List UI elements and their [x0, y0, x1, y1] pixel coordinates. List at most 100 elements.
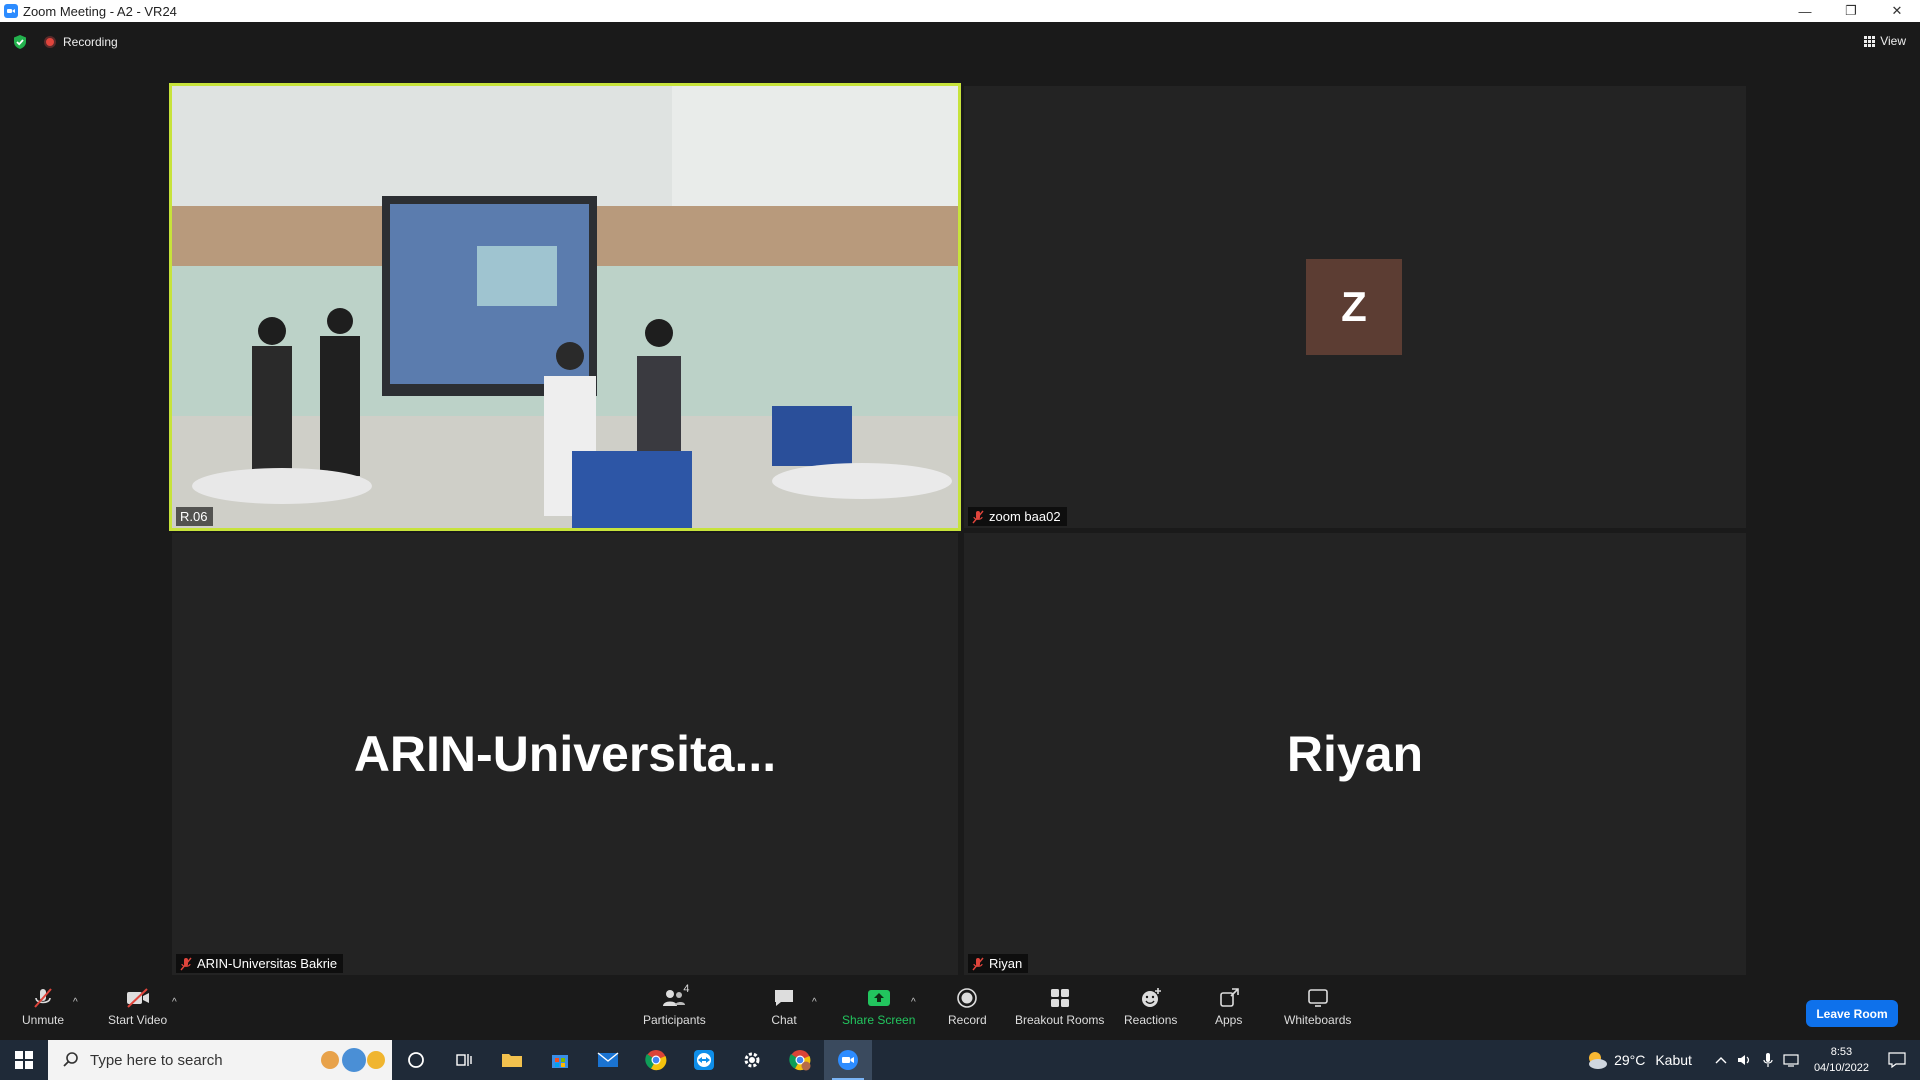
share-screen-label: Share Screen: [842, 1013, 916, 1027]
file-explorer-icon[interactable]: [488, 1040, 536, 1080]
search-placeholder: Type here to search: [90, 1051, 223, 1069]
encryption-shield-icon[interactable]: [12, 34, 28, 50]
participants-button[interactable]: 4 Participants: [643, 983, 706, 1027]
weather-cloud-sun-icon: [1589, 1052, 1608, 1069]
teamviewer-icon[interactable]: [680, 1040, 728, 1080]
clock-time: 8:53: [1830, 1046, 1853, 1058]
chat-options-caret[interactable]: ^: [812, 997, 817, 1008]
temperature: 29°C: [1614, 1052, 1646, 1068]
view-button[interactable]: View: [1864, 34, 1906, 48]
reactions-icon: [1138, 987, 1164, 1009]
search-icon: [63, 1052, 78, 1067]
start-video-button[interactable]: Start Video: [108, 987, 167, 1027]
meeting-toolbar: Unmute ^ Start Video ^ 4 Participants Ch…: [0, 975, 1920, 1040]
record-button[interactable]: Record: [948, 987, 987, 1027]
cortana-icon[interactable]: [392, 1040, 440, 1080]
participants-icon: 4: [661, 983, 689, 1009]
window-title: Zoom Meeting - A2 - VR24: [23, 3, 177, 19]
reactions-label: Reactions: [1124, 1013, 1178, 1027]
participant-name: zoom baa02: [989, 509, 1061, 524]
reactions-button[interactable]: Reactions: [1124, 987, 1177, 1027]
participant-label: ARIN-Universitas Bakrie: [176, 954, 344, 973]
recording-indicator[interactable]: Recording: [44, 35, 118, 49]
notification-icon[interactable]: [1888, 1052, 1906, 1068]
close-button[interactable]: ✕: [1874, 0, 1920, 22]
view-label: View: [1880, 34, 1906, 48]
chevron-up-icon[interactable]: [1715, 1056, 1727, 1064]
system-tray: 29°C Kabut 8:53 04/10/2022: [1586, 1040, 1920, 1080]
video-off-icon: [125, 987, 151, 1009]
network-icon[interactable]: [1783, 1053, 1799, 1067]
participant-name: R.06: [180, 509, 208, 524]
unmute-label: Unmute: [22, 1013, 65, 1027]
system-clock[interactable]: 8:53 04/10/2022: [1814, 1044, 1869, 1076]
video-tile-arin[interactable]: ARIN-Universita... ARIN-Universitas Bakr…: [172, 533, 958, 975]
record-label: Record: [948, 1013, 987, 1027]
apps-label: Apps: [1215, 1013, 1243, 1027]
chrome-profile-icon[interactable]: [776, 1040, 824, 1080]
microphone-icon[interactable]: [1763, 1052, 1773, 1068]
weather-widget[interactable]: 29°C Kabut: [1586, 1050, 1692, 1070]
participant-name: Riyan: [989, 956, 1023, 971]
task-view-icon[interactable]: [440, 1040, 488, 1080]
chat-label: Chat: [771, 1013, 797, 1027]
video-tile-r06[interactable]: R.06: [169, 83, 961, 531]
audio-options-caret[interactable]: ^: [73, 997, 78, 1008]
leave-room-button[interactable]: Leave Room: [1806, 1000, 1898, 1027]
mic-muted-icon: [30, 987, 56, 1009]
share-screen-icon: [866, 987, 892, 1009]
zoom-app-icon: [4, 4, 18, 18]
weather-condition: Kabut: [1655, 1052, 1692, 1068]
mic-muted-icon: [972, 957, 984, 970]
avatar: Z: [1306, 259, 1402, 355]
share-options-caret[interactable]: ^: [911, 997, 916, 1008]
breakout-rooms-button[interactable]: Breakout Rooms: [1015, 987, 1104, 1027]
mail-icon[interactable]: [584, 1040, 632, 1080]
windows-taskbar: Type here to search 29°C Kabut 8:53 04/1…: [0, 1040, 1920, 1080]
video-tile-zoom-baa02[interactable]: Z zoom baa02: [964, 86, 1746, 528]
zoom-icon[interactable]: [824, 1040, 872, 1080]
apps-button[interactable]: Apps: [1215, 987, 1242, 1027]
mic-muted-icon: [972, 510, 984, 523]
restore-button[interactable]: ❐: [1828, 0, 1874, 22]
chrome-icon[interactable]: [632, 1040, 680, 1080]
breakout-rooms-label: Breakout Rooms: [1015, 1013, 1105, 1027]
clock-date: 04/10/2022: [1813, 1062, 1869, 1074]
start-video-label: Start Video: [108, 1013, 168, 1027]
participant-label: R.06: [176, 507, 214, 526]
settings-icon[interactable]: [728, 1040, 776, 1080]
whiteboard-icon: [1305, 987, 1331, 1009]
participant-display-name: ARIN-Universita...: [353, 726, 777, 782]
participant-count: 4: [683, 983, 690, 995]
participant-label: Riyan: [968, 954, 1029, 973]
window-titlebar: Zoom Meeting - A2 - VR24 — ❐ ✕: [0, 0, 1920, 22]
windows-logo-icon: [15, 1051, 33, 1069]
mic-muted-icon: [180, 957, 192, 970]
taskbar-search-box[interactable]: Type here to search: [48, 1040, 392, 1080]
whiteboards-button[interactable]: Whiteboards: [1284, 987, 1351, 1027]
recording-dot-icon: [44, 36, 56, 48]
participants-label: Participants: [643, 1013, 706, 1027]
windows-start-button[interactable]: [0, 1040, 48, 1080]
classroom-video-feed: [172, 86, 958, 528]
share-screen-button[interactable]: Share Screen: [842, 987, 915, 1027]
video-options-caret[interactable]: ^: [172, 997, 177, 1008]
store-icon[interactable]: [536, 1040, 584, 1080]
participant-name: ARIN-Universitas Bakrie: [197, 956, 338, 971]
participant-label: zoom baa02: [968, 507, 1067, 526]
grid-view-icon: [1864, 35, 1876, 47]
record-icon: [954, 987, 980, 1009]
speaker-icon[interactable]: [1737, 1053, 1753, 1067]
minimize-button[interactable]: —: [1782, 0, 1828, 22]
chat-button[interactable]: Chat: [771, 987, 797, 1027]
chat-bubble-icon: [771, 987, 797, 1009]
meeting-topbar: Recording View: [0, 22, 1920, 64]
participant-display-name: Riyan: [1286, 726, 1424, 782]
breakout-rooms-icon: [1047, 987, 1073, 1009]
apps-icon: [1216, 987, 1242, 1009]
recording-label: Recording: [63, 35, 118, 49]
whiteboards-label: Whiteboards: [1284, 1013, 1352, 1027]
unmute-button[interactable]: Unmute: [22, 987, 64, 1027]
video-tile-riyan[interactable]: Riyan Riyan: [964, 533, 1746, 975]
search-highlight-icon: [321, 1048, 385, 1072]
